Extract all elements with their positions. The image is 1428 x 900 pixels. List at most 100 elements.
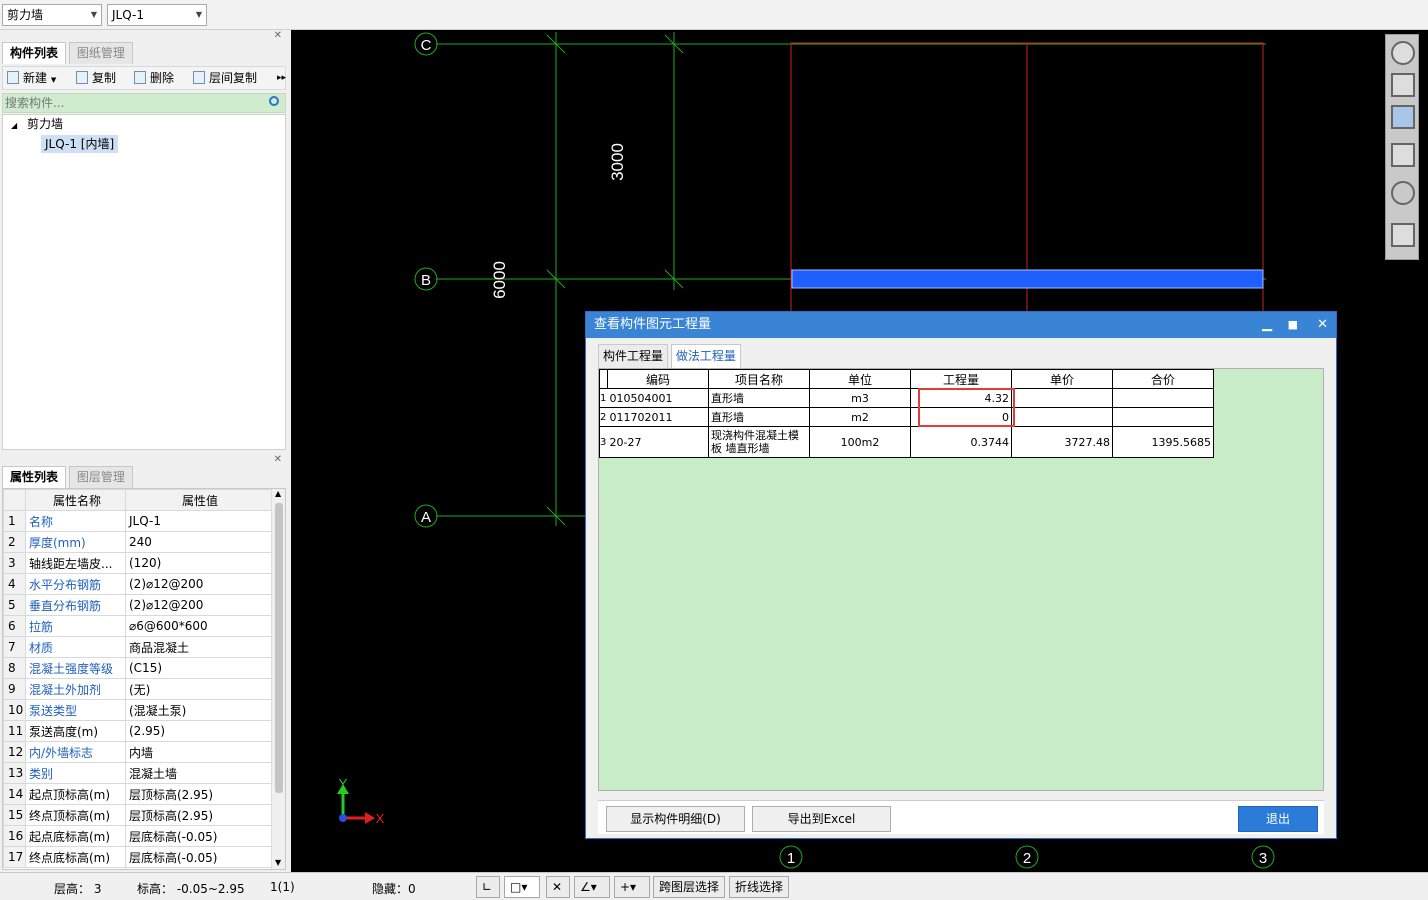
property-value[interactable]: ⌀6@600*600 xyxy=(125,615,272,637)
property-row[interactable]: 13 类别 混凝土墙 xyxy=(3,762,272,784)
floor-copy-button[interactable]: 层间复制 xyxy=(193,70,257,86)
total-price-cell[interactable]: 1395.5685 xyxy=(1112,426,1214,458)
unit-cell[interactable]: m3 xyxy=(809,388,911,408)
tab-component-list[interactable]: 构件列表 xyxy=(2,42,67,64)
property-value[interactable]: 层顶标高(2.95) xyxy=(125,783,272,805)
property-value[interactable]: (混凝土泵) xyxy=(125,699,272,721)
item-name-cell[interactable]: 直形墙 xyxy=(708,407,810,427)
item-name-cell[interactable]: 直形墙 xyxy=(708,388,810,408)
property-value[interactable]: 内墙 xyxy=(125,741,272,763)
orbit-icon[interactable] xyxy=(1391,41,1415,65)
unit-cell[interactable]: 100m2 xyxy=(809,426,911,458)
maximize-icon[interactable]: ■ xyxy=(1288,312,1298,338)
property-value[interactable]: 层顶标高(2.95) xyxy=(125,804,272,826)
property-row[interactable]: 2 厚度(mm) 240 xyxy=(3,531,272,553)
code-cell[interactable]: 20-27 xyxy=(607,426,709,458)
property-value[interactable]: (2)⌀12@200 xyxy=(125,594,272,616)
property-value[interactable]: JLQ-1 xyxy=(125,510,272,532)
settings-grid-icon[interactable] xyxy=(1391,223,1415,247)
property-row[interactable]: 7 材质 商品混凝土 xyxy=(3,636,272,658)
search-icon[interactable] xyxy=(269,96,279,106)
x-arrow-head xyxy=(365,812,375,824)
property-row[interactable]: 6 拉筋 ⌀6@600*600 xyxy=(3,615,272,637)
property-value[interactable]: (2)⌀12@200 xyxy=(125,573,272,595)
tab-layer-management[interactable]: 图层管理 xyxy=(68,466,133,488)
property-value[interactable]: 层底标高(-0.05) xyxy=(125,825,272,847)
copy-button[interactable]: 复制 xyxy=(76,70,116,86)
property-scrollbar[interactable]: ▲ ▼ xyxy=(271,489,285,869)
minimize-icon[interactable]: ▁ xyxy=(1262,312,1272,338)
3d-view-icon[interactable] xyxy=(1391,73,1415,97)
selected-wall[interactable] xyxy=(791,269,1264,289)
property-value[interactable]: 层底标高(-0.05) xyxy=(125,846,272,868)
property-row[interactable]: 5 垂直分布钢筋 (2)⌀12@200 xyxy=(3,594,272,616)
property-row[interactable]: 9 混凝土外加剂 (无) xyxy=(3,678,272,700)
tree-root-node[interactable]: ◢ 剪力墙 xyxy=(11,115,63,135)
unit-price-cell[interactable]: 3727.48 xyxy=(1011,426,1113,458)
component-search-input[interactable]: 搜索构件... xyxy=(2,93,286,113)
component-type-combo[interactable]: 剪力墙 ▼ xyxy=(2,4,102,26)
item-name-cell[interactable]: 现浇构件混凝土模板 墙直形墙 xyxy=(708,426,810,458)
close-icon[interactable]: ✕ xyxy=(1317,312,1328,338)
total-price-cell[interactable] xyxy=(1112,407,1214,427)
property-value[interactable]: 240 xyxy=(125,531,272,553)
quantity-cell[interactable]: 0.3744 xyxy=(910,426,1012,458)
property-row[interactable]: 16 起点底标高(m) 层底标高(-0.05) xyxy=(3,825,272,847)
property-row[interactable]: 10 泵送类型 (混凝土泵) xyxy=(3,699,272,721)
scroll-thumb[interactable] xyxy=(275,503,283,793)
quantity-row[interactable]: 1 010504001 直形墙 m3 4.32 xyxy=(599,388,1214,408)
tab-drawing-management[interactable]: 图纸管理 xyxy=(68,42,133,64)
exit-button[interactable]: 退出 xyxy=(1238,806,1318,832)
property-row[interactable]: 15 终点顶标高(m) 层顶标高(2.95) xyxy=(3,804,272,826)
export-excel-button[interactable]: 导出到Excel xyxy=(752,806,891,832)
tab-method-quantity[interactable]: 做法工程量 xyxy=(670,344,741,368)
property-row[interactable]: 4 水平分布钢筋 (2)⌀12@200 xyxy=(3,573,272,595)
property-value[interactable]: 混凝土墙 xyxy=(125,762,272,784)
unit-price-cell[interactable] xyxy=(1011,388,1113,408)
show-detail-button[interactable]: 显示构件明细(D) xyxy=(606,806,745,832)
perspective-icon[interactable] xyxy=(1391,143,1415,167)
orthogonal-icon[interactable]: ∟ xyxy=(476,876,500,898)
scroll-up-icon[interactable]: ▲ xyxy=(275,489,281,498)
property-row[interactable]: 17 终点底标高(m) 层底标高(-0.05) xyxy=(3,846,272,868)
property-value[interactable]: (120) xyxy=(125,552,272,574)
component-name-combo[interactable]: JLQ-1 ▼ xyxy=(107,4,207,26)
tree-item-jlq-1[interactable]: JLQ-1 [内墙] xyxy=(41,135,119,153)
property-row[interactable]: 3 轴线距左墙皮... (120) xyxy=(3,552,272,574)
delete-button[interactable]: 删除 xyxy=(134,70,174,86)
top-view-icon[interactable] xyxy=(1391,105,1415,129)
quantity-row[interactable]: 3 20-27 现浇构件混凝土模板 墙直形墙 100m2 0.3744 3727.48 13… xyxy=(599,426,1214,458)
property-value[interactable]: (无) xyxy=(125,678,272,700)
more-icon[interactable]: ▸▸ xyxy=(277,70,286,86)
property-row[interactable]: 1 名称 JLQ-1 xyxy=(3,510,272,532)
cross-floor-select-button[interactable]: 跨图层选择 xyxy=(653,876,726,898)
rotate-icon[interactable] xyxy=(1391,181,1415,205)
code-cell[interactable]: 011702011 xyxy=(607,407,709,427)
new-button[interactable]: 新建 ▼ xyxy=(7,70,56,88)
tab-property-list[interactable]: 属性列表 xyxy=(2,466,67,488)
scroll-down-icon[interactable]: ▼ xyxy=(275,858,281,867)
quantity-row[interactable]: 2 011702011 直形墙 m2 0 xyxy=(599,407,1214,427)
polyline-select-button[interactable]: 折线选择 xyxy=(729,876,790,898)
property-row[interactable]: 12 内/外墙标志 内墙 xyxy=(3,741,272,763)
expand-icon[interactable]: ◢ xyxy=(11,121,17,130)
dialog-titlebar[interactable]: 查看构件图元工程量 ▁ ■ ✕ xyxy=(586,312,1336,338)
tab-component-quantity[interactable]: 构件工程量 xyxy=(598,344,669,368)
snap-icon[interactable]: +▾ xyxy=(614,876,650,898)
header-code: 编码 xyxy=(607,369,709,389)
total-price-cell[interactable] xyxy=(1112,388,1214,408)
property-value[interactable]: (2.95) xyxy=(125,720,272,742)
property-row[interactable]: 14 起点顶标高(m) 层顶标高(2.95) xyxy=(3,783,272,805)
angle-icon[interactable]: ∠▾ xyxy=(574,876,610,898)
select-mode-icon[interactable]: □▾ xyxy=(504,876,540,898)
property-row[interactable]: 8 混凝土强度等级 (C15) xyxy=(3,657,272,679)
code-cell[interactable]: 010504001 xyxy=(607,388,709,408)
close-icon[interactable]: ✕ xyxy=(274,454,282,465)
property-row[interactable]: 11 泵送高度(m) (2.95) xyxy=(3,720,272,742)
unit-price-cell[interactable] xyxy=(1011,407,1113,427)
property-value[interactable]: (C15) xyxy=(125,657,272,679)
close-icon[interactable]: ✕ xyxy=(274,30,282,41)
property-value[interactable]: 商品混凝土 xyxy=(125,636,272,658)
unit-cell[interactable]: m2 xyxy=(809,407,911,427)
cross-select-icon[interactable]: ✕ xyxy=(546,876,570,898)
